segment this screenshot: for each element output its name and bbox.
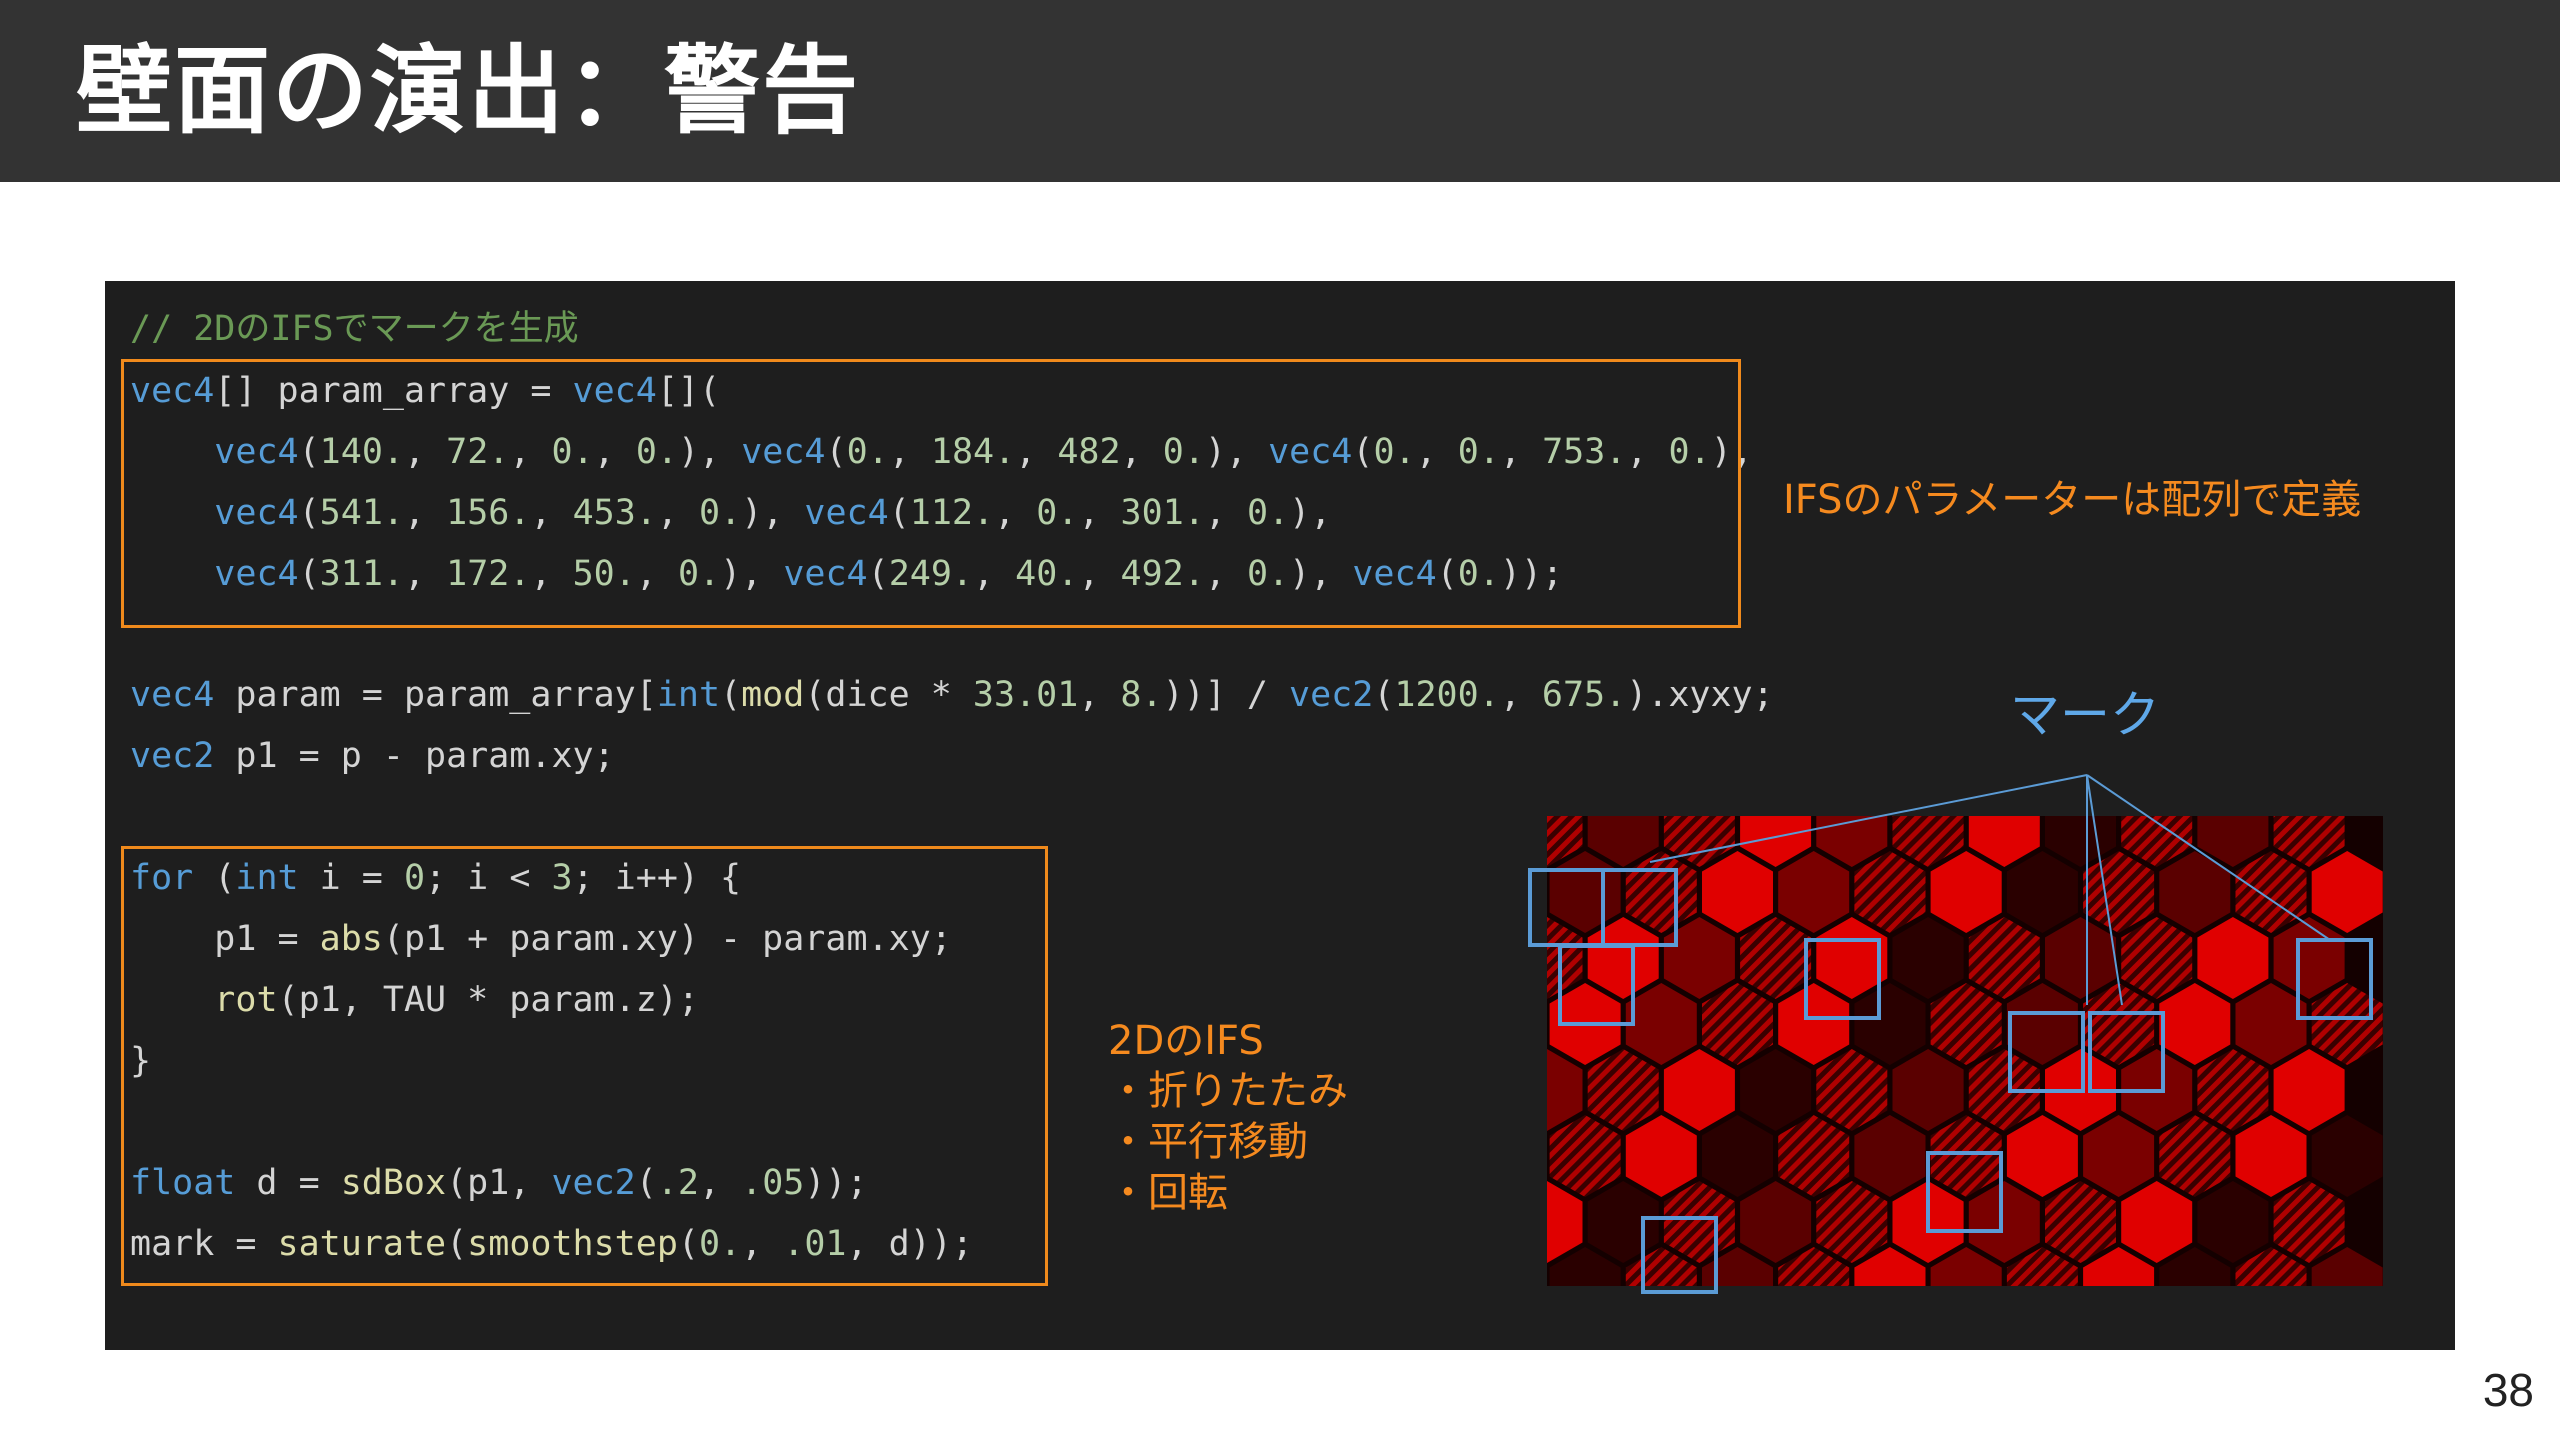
hexagon-tile bbox=[2197, 1049, 2269, 1131]
hexagon-tile bbox=[1816, 1181, 1888, 1263]
hexagon-tile bbox=[1930, 1115, 2002, 1197]
hexagon-tile bbox=[2311, 983, 2383, 1065]
hexagon-tile bbox=[1587, 917, 1659, 999]
page-number: 38 bbox=[2482, 1364, 2534, 1416]
hexagon-tile bbox=[1816, 917, 1888, 999]
hexagon-tile bbox=[2121, 1181, 2193, 1263]
ifs-title: 2DのIFS bbox=[1108, 1018, 1264, 1064]
hexagon-tile bbox=[1968, 1181, 2040, 1263]
hexagon-warning-image bbox=[1547, 816, 2383, 1286]
hexagon-tile bbox=[1854, 851, 1926, 933]
code-line: vec2 p1 = p - param.xy; bbox=[130, 736, 615, 776]
hexagon-tile bbox=[2273, 1181, 2345, 1263]
hexagon-tile bbox=[2006, 1115, 2078, 1197]
hexagon-tile bbox=[1892, 917, 1964, 999]
hexagon-tile bbox=[2006, 851, 2078, 933]
hexagon-tile bbox=[2235, 1115, 2307, 1197]
hexagon-tile bbox=[2197, 1181, 2269, 1263]
hexagon-tile bbox=[2083, 1115, 2155, 1197]
hexagon-tile bbox=[1549, 1115, 1621, 1197]
hexagon-tile bbox=[2121, 917, 2193, 999]
hexagon-tile bbox=[1625, 983, 1697, 1065]
hexagon-tile bbox=[2273, 917, 2345, 999]
hexagon-tile bbox=[2159, 1115, 2231, 1197]
hexagon-tile bbox=[1702, 851, 1773, 933]
hexagon-tile bbox=[1547, 1049, 1583, 1131]
hexagon-tile bbox=[2311, 851, 2383, 933]
hexagon-tile bbox=[2083, 983, 2155, 1065]
hexagon-tile bbox=[2197, 917, 2269, 999]
hexagon-tile bbox=[1625, 851, 1697, 933]
hexagon-tile bbox=[1930, 983, 2002, 1065]
hexagon-tile bbox=[1854, 983, 1926, 1065]
param-array-highlight bbox=[121, 359, 1741, 628]
hexagon-tile bbox=[1663, 1049, 1735, 1131]
hexagon-tile bbox=[1587, 1049, 1659, 1131]
hexagon-tile bbox=[1740, 917, 1812, 999]
slide-title: 壁面の演出：警告 bbox=[76, 35, 860, 147]
title-bar: 壁面の演出：警告 bbox=[0, 0, 2560, 182]
hexagon-tile bbox=[2045, 1049, 2116, 1131]
hexagon-tile bbox=[2159, 983, 2231, 1065]
hexagon-tile bbox=[2083, 851, 2155, 933]
hexagon-tile bbox=[1547, 917, 1583, 999]
hexagon-tile bbox=[2045, 1181, 2116, 1263]
hexagon-tile bbox=[1968, 1049, 2040, 1131]
hexagon-tile bbox=[1625, 1115, 1697, 1197]
hexagon-tile bbox=[1778, 1115, 1850, 1197]
code-line: vec4 param = param_array[int(mod(dice * … bbox=[130, 675, 1774, 715]
ifs-item-fold: ・折りたたみ bbox=[1108, 1068, 1348, 1114]
hexagon-tile bbox=[1968, 917, 2040, 999]
hexagon-pattern-svg bbox=[1547, 816, 2383, 1286]
hexagon-tile bbox=[1549, 983, 1621, 1065]
hexagon-tile bbox=[1892, 1181, 1964, 1263]
hexagon-tile bbox=[1854, 1115, 1926, 1197]
hexagon-tile bbox=[2235, 851, 2307, 933]
hexagon-tile bbox=[1587, 1181, 1659, 1263]
hexagon-tile bbox=[2311, 1115, 2383, 1197]
code-comment: // 2DのIFSでマークを生成 bbox=[130, 309, 579, 349]
ifs-item-rotate: ・回転 bbox=[1108, 1170, 1228, 1216]
hexagon-tile bbox=[1663, 1181, 1735, 1263]
hexagon-tile bbox=[1892, 1049, 1964, 1131]
hexagon-tile bbox=[2006, 983, 2078, 1065]
hexagon-tile bbox=[2121, 1049, 2193, 1131]
hexagon-tile bbox=[1740, 1181, 1812, 1263]
mark-label: マーク bbox=[2010, 686, 2160, 744]
hexagon-tile bbox=[1702, 1115, 1773, 1197]
ifs-item-translate: ・平行移動 bbox=[1108, 1119, 1308, 1165]
hexagon-tile bbox=[1816, 1049, 1888, 1131]
hexagon-tile bbox=[1702, 983, 1773, 1065]
hexagon-tile bbox=[2159, 851, 2231, 933]
hexagon-tile bbox=[2273, 1049, 2345, 1131]
hexagon-tile bbox=[1930, 851, 2002, 933]
hexagon-tile bbox=[1778, 983, 1850, 1065]
hexagon-tile bbox=[2235, 983, 2307, 1065]
hexagon-tile bbox=[1740, 1049, 1812, 1131]
hexagon-tile bbox=[1663, 917, 1735, 999]
hexagon-tile bbox=[1549, 851, 1621, 933]
ifs-loop-highlight bbox=[121, 846, 1048, 1286]
param-note: IFSのパラメーターは配列で定義 bbox=[1783, 477, 2362, 523]
hexagon-tile bbox=[1778, 851, 1850, 933]
hexagon-tile bbox=[1547, 1181, 1583, 1263]
hexagon-tile bbox=[2045, 917, 2116, 999]
